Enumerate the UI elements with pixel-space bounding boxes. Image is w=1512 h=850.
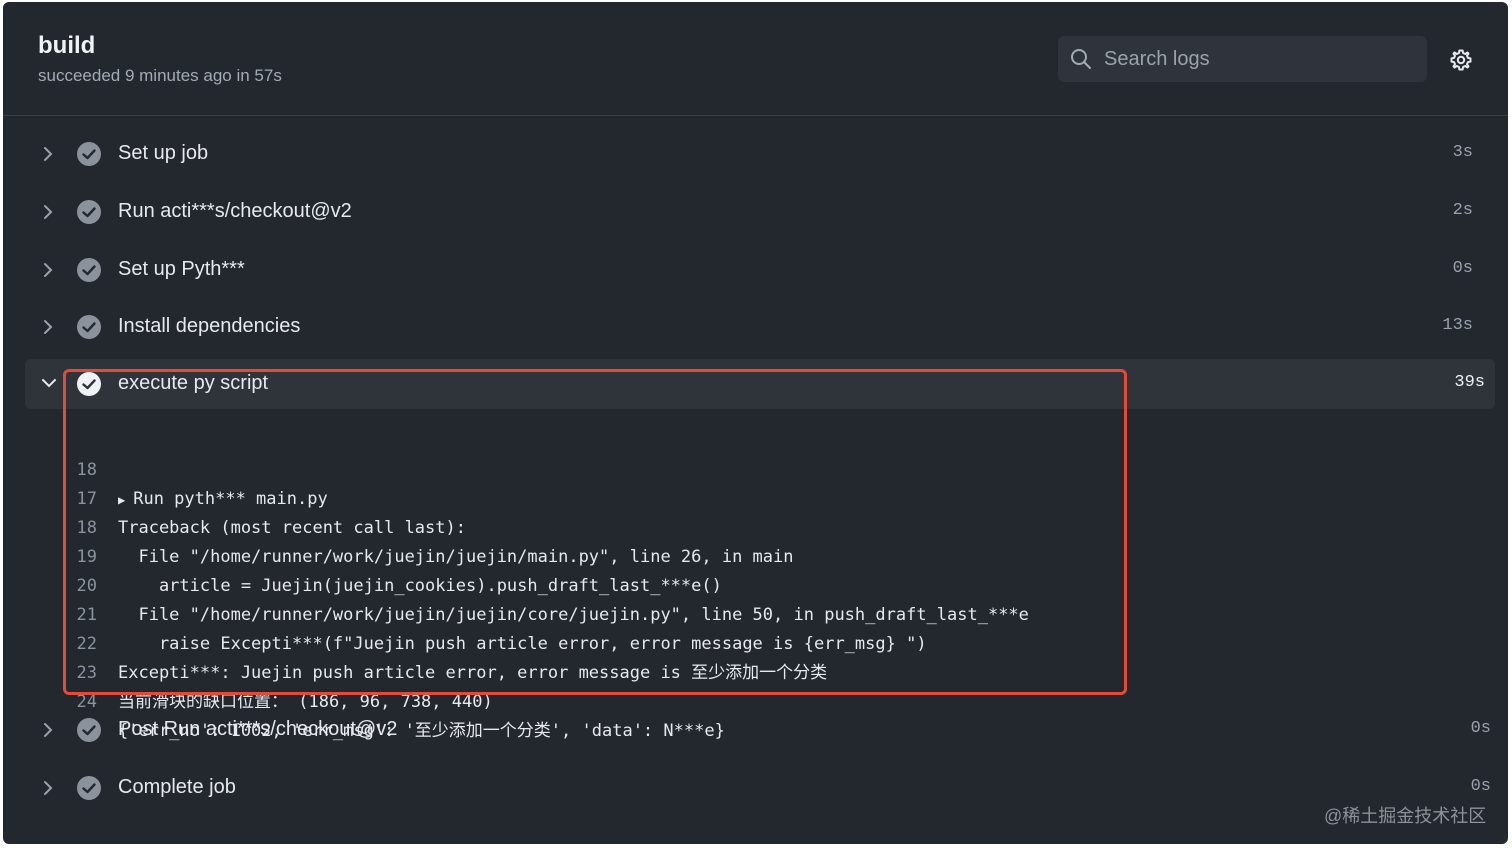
log-line: 19 article = Juejin(juejin_cookies).push… [63,514,1163,596]
step-duration: 0s [1470,777,1491,796]
chevron-right-icon [44,723,53,737]
check-circle-icon [77,315,101,339]
search-logs-field[interactable] [1058,36,1427,82]
step-duration: 2s [1452,201,1473,220]
check-circle-icon [77,776,101,800]
step-duration: 3s [1452,143,1473,162]
log-line[interactable]: 18 ▶ Run pyth*** main.py [63,427,1163,509]
check-circle-icon [77,718,101,742]
chevron-right-icon [44,205,53,219]
chevron-right-icon [44,147,53,161]
chevron-down-icon [42,379,56,388]
step-run-checkout[interactable]: Run acti***s/checkout@v2 2s [25,187,1495,237]
step-install-dependencies[interactable]: Install dependencies 13s [25,302,1495,352]
step-name: Set up Pyth*** [118,258,245,280]
step-name: Complete job [118,776,236,798]
log-line: 22 Excepti***: Juejin push article error… [63,601,1163,683]
step-name: Install dependencies [118,315,301,337]
watermark: @稀土掘金技术社区 [1324,806,1487,826]
step-duration: 0s [1452,259,1473,278]
step-name: execute py script [118,372,269,394]
step-execute-py-script[interactable]: execute py script 39s [25,359,1495,409]
step-name: Set up job [118,142,209,164]
job-log-panel: build succeeded 9 minutes ago in 57s Set… [3,2,1508,844]
step-duration: 0s [1470,719,1491,738]
check-circle-icon [77,372,101,396]
step-name: Run acti***s/checkout@v2 [118,200,352,222]
check-circle-icon [77,200,101,224]
step-name: Post Run acti***s/checkout@v2 [118,718,398,740]
job-header: build succeeded 9 minutes ago in 57s [3,2,1508,116]
check-circle-icon [77,142,101,166]
step-duration: 13s [1442,316,1473,335]
chevron-right-icon [44,320,53,334]
log-line: 18 File "/home/runner/work/juejin/juejin… [63,485,1163,567]
search-icon [1071,49,1091,69]
step-duration: 39s [1454,373,1485,392]
log-line: 23 当前滑块的缺口位置： (186, 96, 738, 440) [63,630,1163,712]
log-line: 20 File "/home/runner/work/juejin/juejin… [63,543,1163,625]
job-title: build [38,32,96,59]
log-output: 18 ▶ Run pyth*** main.py 17 Traceback (mo… [63,427,1163,741]
chevron-right-icon [44,263,53,277]
check-circle-icon [77,258,101,282]
log-line: 17 Traceback (most recent call last): [63,456,1163,538]
log-line: 21 raise Excepti***(f"Juejin push articl… [63,572,1163,654]
job-status: succeeded 9 minutes ago in 57s [38,66,282,85]
chevron-right-icon [44,781,53,795]
step-set-up-job[interactable]: Set up job 3s [25,129,1495,179]
gear-icon[interactable] [1449,48,1473,72]
step-post-run-checkout[interactable]: Post Run acti***s/checkout@v2 0s [25,705,1495,755]
step-set-up-python[interactable]: Set up Pyth*** 0s [25,245,1495,295]
search-logs-input[interactable] [1104,36,1414,82]
step-complete-job[interactable]: Complete job 0s [25,763,1495,813]
log-line: 24 {'err_no': 1002, 'err_msg': '至少添加一个分类… [63,659,1163,741]
